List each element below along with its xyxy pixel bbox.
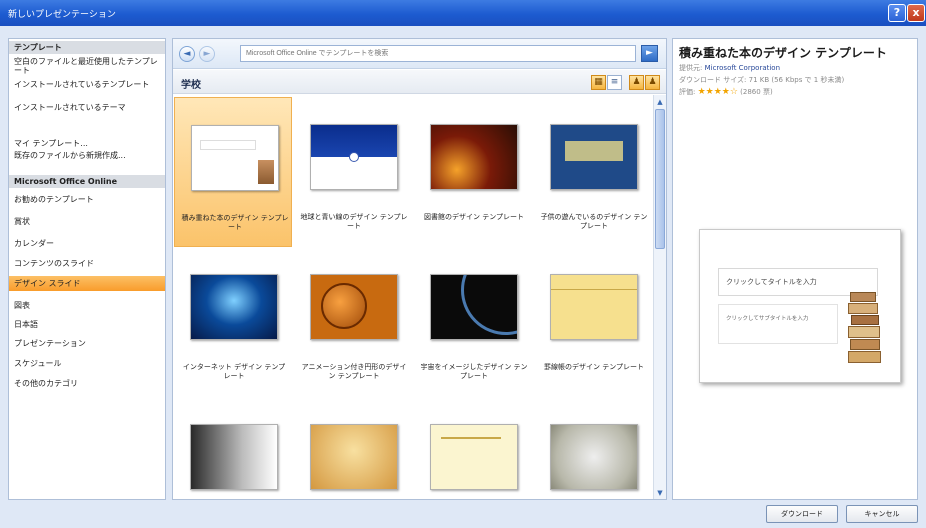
template-grid: 積み重ねた本のデザイン テンプレート 地球と青い線のデザイン テンプレート 図書… bbox=[173, 95, 653, 499]
search-go-icon[interactable]: ► bbox=[641, 45, 658, 62]
forward-icon[interactable]: ► bbox=[199, 46, 215, 62]
template-tile[interactable]: 図書館のデザイン テンプレート bbox=[414, 97, 532, 247]
template-thumbnail bbox=[550, 124, 638, 190]
nav-item-presentations[interactable]: プレゼンテーション bbox=[14, 339, 164, 348]
template-label: アニメーション付き円形のデザイン テンプレート bbox=[301, 363, 407, 380]
template-tile[interactable] bbox=[534, 397, 652, 499]
template-tile[interactable]: 子供の遊んでいるのデザイン テンプレート bbox=[534, 97, 652, 247]
nav-item-diagrams[interactable]: 図表 bbox=[14, 301, 164, 310]
nav-header-office-online: Microsoft Office Online bbox=[9, 175, 165, 188]
template-label: 図書館のデザイン テンプレート bbox=[423, 213, 524, 221]
template-tile[interactable]: 罫線帳のデザイン テンプレート bbox=[534, 247, 652, 397]
template-gallery: ◄ ► ► 学校 ▦ ≡ ♟ ♟ 積み重ねた本のデザイン テンプレート bbox=[172, 38, 667, 500]
template-thumbnail bbox=[190, 274, 278, 340]
template-thumbnail bbox=[550, 424, 638, 490]
rating-line: 評価: ★★★★☆ (2860 票) bbox=[679, 87, 773, 97]
search-bar: ◄ ► ► bbox=[173, 39, 666, 69]
template-tile[interactable]: 積み重ねた本のデザイン テンプレート bbox=[174, 97, 292, 247]
category-header: 学校 ▦ ≡ ♟ ♟ bbox=[173, 70, 666, 94]
title-bar: 新しいプレゼンテーション ? x bbox=[0, 0, 926, 26]
nav-item-installed-templates[interactable]: インストールされているテンプレート bbox=[14, 80, 164, 99]
person-alt-view-icon[interactable]: ♟ bbox=[645, 75, 660, 90]
cancel-button[interactable]: キャンセル bbox=[846, 505, 918, 523]
category-title: 学校 bbox=[181, 80, 201, 91]
rating-label: 評価: bbox=[679, 88, 696, 96]
nav-item-content-slides[interactable]: コンテンツのスライド bbox=[14, 259, 164, 268]
scrollbar-thumb[interactable] bbox=[655, 109, 665, 249]
nav-item-installed-themes[interactable]: インストールされているテーマ bbox=[14, 103, 164, 122]
template-tile[interactable] bbox=[294, 397, 412, 499]
nav-item-blank-and-recent[interactable]: 空白のファイルと最近使用したテンプレート bbox=[14, 57, 164, 76]
nav-item-calendars[interactable]: カレンダー bbox=[14, 239, 164, 248]
rating-count: (2860 票) bbox=[740, 88, 773, 96]
small-icons-view-icon[interactable]: ≡ bbox=[607, 75, 622, 90]
template-tile[interactable]: インターネット デザイン テンプレート bbox=[174, 247, 292, 397]
template-thumbnail bbox=[310, 274, 398, 340]
nav-item-new-from-existing[interactable]: 既存のファイルから新規作成... bbox=[14, 151, 164, 170]
template-category-nav: テンプレート 空白のファイルと最近使用したテンプレート インストールされているテ… bbox=[8, 38, 166, 500]
template-thumbnail bbox=[310, 424, 398, 490]
close-icon[interactable]: x bbox=[907, 4, 925, 22]
template-label: 罫線帳のデザイン テンプレート bbox=[543, 363, 644, 371]
provider-value: Microsoft Corporation bbox=[704, 64, 781, 72]
template-details-pane: 積み重ねた本のデザイン テンプレート 提供元: Microsoft Corpor… bbox=[672, 38, 918, 500]
search-input[interactable] bbox=[240, 45, 636, 62]
template-thumbnail bbox=[430, 424, 518, 490]
new-presentation-dialog: 新しいプレゼンテーション ? x テンプレート 空白のファイルと最近使用したテン… bbox=[0, 0, 926, 528]
template-thumbnail bbox=[430, 274, 518, 340]
window-title: 新しいプレゼンテーション bbox=[8, 10, 116, 20]
scroll-up-icon[interactable]: ▲ bbox=[655, 97, 665, 107]
download-button[interactable]: ダウンロード bbox=[766, 505, 838, 523]
template-tile[interactable]: 地球と青い線のデザイン テンプレート bbox=[294, 97, 412, 247]
provider-line: 提供元: Microsoft Corporation bbox=[679, 63, 780, 73]
preview-title-text: クリックしてタイトルを入力 bbox=[726, 278, 817, 286]
nav-item-more-categories[interactable]: その他のカテゴリ bbox=[14, 379, 164, 388]
download-size-value: 71 KB (56 Kbps で 1 秒未満) bbox=[748, 76, 845, 84]
template-preview: クリックしてタイトルを入力 クリックしてサブタイトルを入力 bbox=[699, 229, 901, 383]
template-label: 宇宙をイメージしたデザイン テンプレート bbox=[420, 363, 528, 380]
template-label: 子供の遊んでいるのデザイン テンプレート bbox=[540, 213, 648, 230]
nav-item-featured[interactable]: お勧めのテンプレート bbox=[14, 195, 164, 204]
scroll-down-icon[interactable]: ▼ bbox=[655, 488, 665, 498]
download-size-line: ダウンロード サイズ: 71 KB (56 Kbps で 1 秒未満) bbox=[679, 75, 844, 85]
person-view-icon[interactable]: ♟ bbox=[629, 75, 644, 90]
template-thumbnail bbox=[430, 124, 518, 190]
back-icon[interactable]: ◄ bbox=[179, 46, 195, 62]
template-tile[interactable] bbox=[174, 397, 292, 499]
help-icon[interactable]: ? bbox=[888, 4, 906, 22]
rating-stars-icon[interactable]: ★★★★☆ bbox=[698, 87, 738, 97]
template-thumbnail bbox=[190, 424, 278, 490]
template-label: 積み重ねた本のデザイン テンプレート bbox=[181, 214, 289, 231]
template-thumbnail bbox=[310, 124, 398, 190]
nav-item-japanese[interactable]: 日本語 bbox=[14, 320, 164, 329]
nav-item-my-templates[interactable]: マイ テンプレート... bbox=[14, 139, 164, 148]
template-thumbnail bbox=[550, 274, 638, 340]
provider-label: 提供元: bbox=[679, 64, 703, 72]
template-tile[interactable]: アニメーション付き円形のデザイン テンプレート bbox=[294, 247, 412, 397]
nav-item-schedules[interactable]: スケジュール bbox=[14, 359, 164, 368]
template-thumbnail bbox=[191, 125, 279, 191]
template-label: 地球と青い線のデザイン テンプレート bbox=[300, 213, 408, 230]
preview-subtitle-text: クリックしてサブタイトルを入力 bbox=[726, 316, 809, 322]
nav-item-design-slides[interactable]: デザイン スライド bbox=[9, 276, 165, 291]
download-size-label: ダウンロード サイズ: bbox=[679, 76, 747, 84]
template-tile[interactable]: 宇宙をイメージしたデザイン テンプレート bbox=[414, 247, 532, 397]
preview-subtitle-placeholder bbox=[718, 304, 838, 344]
gallery-scrollbar[interactable]: ▲ ▼ bbox=[653, 95, 666, 499]
books-stack-icon bbox=[848, 292, 882, 372]
nav-item-awards[interactable]: 賞状 bbox=[14, 217, 164, 226]
template-details-title: 積み重ねた本のデザイン テンプレート bbox=[679, 46, 887, 60]
nav-header-templates: テンプレート bbox=[9, 41, 165, 54]
large-icons-view-icon[interactable]: ▦ bbox=[591, 75, 606, 90]
template-label: インターネット デザイン テンプレート bbox=[182, 363, 286, 380]
template-tile[interactable] bbox=[414, 397, 532, 499]
